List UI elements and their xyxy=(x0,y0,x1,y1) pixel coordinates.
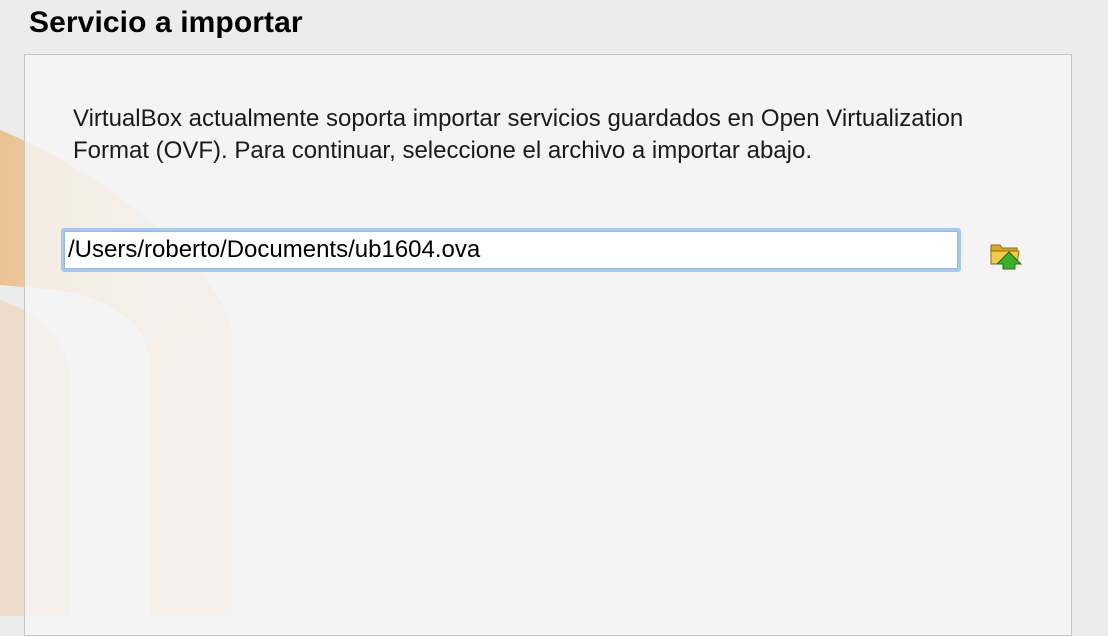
import-panel: VirtualBox actualmente soporta importar … xyxy=(24,54,1072,636)
ova-file-path-input[interactable] xyxy=(64,231,958,269)
browse-file-button[interactable] xyxy=(989,235,1029,273)
import-description: VirtualBox actualmente soporta importar … xyxy=(73,105,964,164)
page-title: Servicio a importar xyxy=(29,6,303,39)
folder-open-icon xyxy=(989,238,1029,270)
